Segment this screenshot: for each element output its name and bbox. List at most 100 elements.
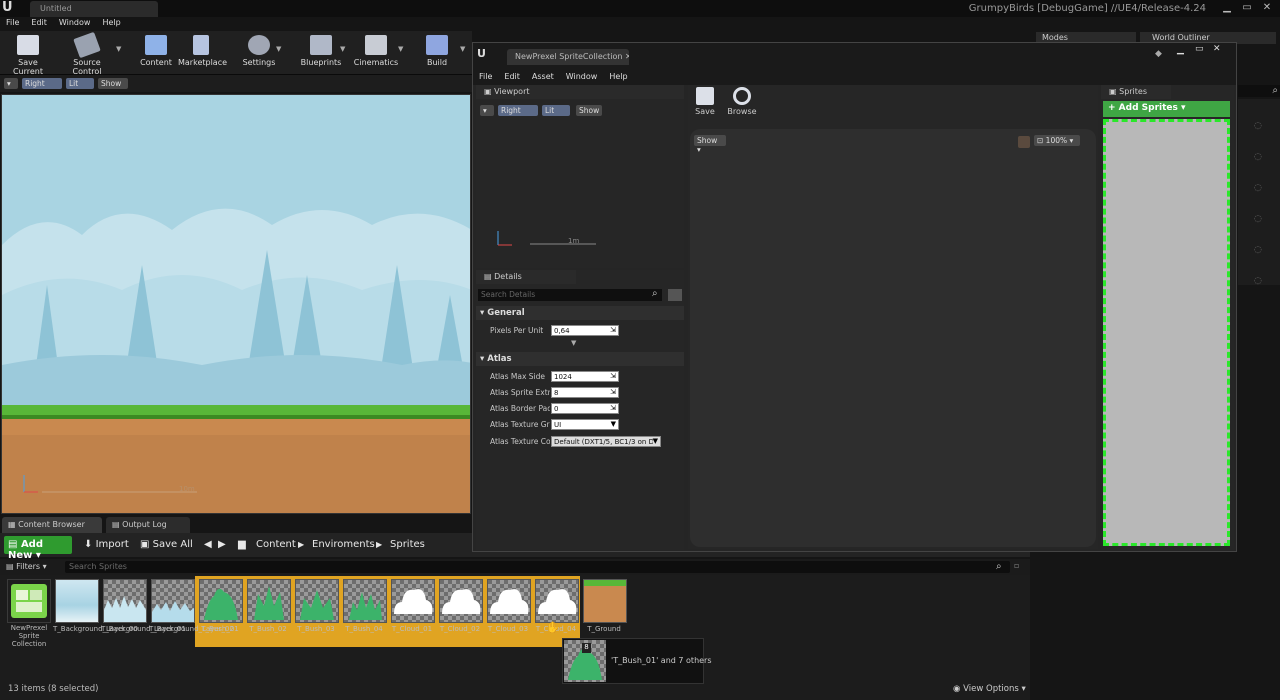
asset-thumbnail[interactable]	[391, 579, 435, 623]
add-sprites-button[interactable]: + Add Sprites ▾	[1103, 101, 1230, 117]
eye-icon: ◉	[953, 684, 964, 694]
sprites-drop-zone[interactable]	[1103, 119, 1230, 546]
save-all-button[interactable]: ▣ Save All	[140, 539, 193, 550]
chevron-down-icon[interactable]: ▼	[276, 45, 281, 53]
minimize-icon[interactable]: ▁	[1218, 2, 1236, 14]
forward-arrow-icon[interactable]: ▶	[218, 539, 226, 550]
property-matrix-icon[interactable]	[668, 289, 682, 301]
menu-help[interactable]: Help	[603, 71, 633, 82]
menu-edit[interactable]: Edit	[498, 71, 526, 82]
asset-thumbnail[interactable]	[439, 579, 483, 623]
level-viewport[interactable]: 10m	[1, 94, 471, 514]
breadcrumb-content[interactable]: Content	[256, 539, 296, 550]
prop-label: Atlas Texture Compression	[490, 437, 550, 446]
atlas-sprite-extrusion-input[interactable]: 8 ⇲	[551, 387, 619, 398]
save-asset-button[interactable]: Save	[694, 87, 716, 116]
advanced-expand-icon[interactable]: ▼	[571, 339, 576, 347]
atlas-texture-group-select[interactable]: UI ▼	[551, 419, 619, 430]
tab-sprites[interactable]: ▣ Sprites	[1101, 85, 1171, 99]
general-section-header[interactable]: ▾ General	[476, 306, 684, 320]
import-button[interactable]: ⬇ Import	[84, 539, 129, 550]
sprite-canvas[interactable]	[690, 129, 1096, 547]
tab-content-browser[interactable]: ▦ Content Browser	[2, 517, 102, 533]
menu-help[interactable]: Help	[96, 17, 126, 28]
output-log-icon: ▤	[112, 520, 123, 529]
maximize-icon[interactable]: ▭	[1238, 2, 1256, 14]
menu-edit[interactable]: Edit	[25, 17, 53, 28]
cloud-preview	[442, 589, 481, 614]
asset-thumbnail[interactable]	[7, 579, 51, 623]
atlas-texture-compression-select[interactable]: Default (DXT1/5, BC1/3 on D ▼	[551, 436, 661, 447]
blueprints-button[interactable]: Blueprints	[300, 33, 342, 73]
asset-thumbnail[interactable]	[199, 579, 243, 623]
save-icon	[17, 35, 39, 55]
lit-button[interactable]: Lit	[542, 105, 570, 116]
cinematics-button[interactable]: Cinematics	[353, 33, 399, 73]
atlas-border-padding-input[interactable]: 0 ⇲	[551, 403, 619, 414]
atlas-max-side-input[interactable]: 1024 ⇲	[551, 371, 619, 382]
visibility-icons[interactable]: ◌ ◌ ◌ ◌ ◌ ◌	[1238, 99, 1280, 297]
atlas-section-header[interactable]: ▾ Atlas	[476, 352, 684, 366]
chevron-down-icon[interactable]: ▼	[340, 45, 345, 53]
add-new-button[interactable]: ▤ Add New ▾	[4, 536, 72, 561]
breadcrumb-enviroments[interactable]: Enviroments	[312, 539, 375, 550]
browse-button[interactable]: Browse	[726, 87, 758, 116]
asset-thumbnail[interactable]	[55, 579, 99, 623]
show-button[interactable]: Show	[98, 78, 128, 89]
view-mode-right-button[interactable]: Right	[498, 105, 538, 116]
document-tab[interactable]: Untitled	[30, 1, 158, 17]
menu-file[interactable]: File	[0, 17, 25, 28]
asset-thumbnail[interactable]	[247, 579, 291, 623]
asset-thumbnail[interactable]	[151, 579, 195, 623]
asset-thumbnail[interactable]	[343, 579, 387, 623]
minimize-icon[interactable]: ▁	[1177, 45, 1184, 55]
prop-label: Atlas Max Side	[490, 372, 546, 381]
back-arrow-icon[interactable]: ◀	[204, 539, 212, 550]
breadcrumb-sprites[interactable]: Sprites	[390, 539, 425, 550]
tab-output-log[interactable]: ▤ Output Log	[106, 517, 190, 533]
tab-viewport[interactable]: ▣ Viewport	[476, 85, 684, 99]
settings-button[interactable]: Settings	[240, 33, 278, 73]
build-button[interactable]: Build	[420, 33, 454, 73]
filters-button[interactable]: ▤ Filters ▾	[6, 562, 47, 571]
marketplace-button[interactable]: Marketplace	[178, 33, 227, 73]
build-icon	[426, 35, 448, 55]
save-search-icon[interactable]: ▫	[1014, 561, 1019, 570]
search-icon[interactable]: ⌕	[652, 288, 658, 299]
tab-details[interactable]: ▤ Details	[476, 270, 576, 284]
viewport-options-button[interactable]: ▾	[4, 78, 18, 89]
menu-asset[interactable]: Asset	[526, 71, 560, 82]
tab-sprite-collection[interactable]: NewPrexel SpriteCollection ✕	[507, 49, 629, 65]
view-options-button[interactable]: ◉ View Options ▾	[953, 684, 1026, 694]
show-button[interactable]: Show	[576, 105, 602, 116]
lit-button[interactable]: Lit	[66, 78, 94, 89]
viewport-options-button[interactable]: ▾	[480, 105, 494, 116]
menu-window[interactable]: Window	[560, 71, 604, 82]
asset-thumbnail[interactable]	[295, 579, 339, 623]
chevron-down-icon[interactable]: ▼	[460, 45, 465, 53]
asset-thumbnail[interactable]	[535, 579, 579, 623]
view-mode-right-button[interactable]: Right	[22, 78, 62, 89]
canvas-show-button[interactable]: Show ▾	[694, 135, 726, 154]
search-icon[interactable]: ⌕	[996, 561, 1002, 572]
search-sprites-input[interactable]: Search Sprites	[65, 561, 1010, 573]
details-search-input[interactable]: Search Details	[478, 289, 662, 301]
source-control-button[interactable]: Source Control	[58, 31, 116, 76]
close-icon[interactable]: ✕	[1213, 44, 1221, 54]
chevron-down-icon[interactable]: ▼	[398, 45, 403, 53]
menu-file[interactable]: File	[473, 71, 498, 82]
asset-thumbnail[interactable]	[103, 579, 147, 623]
search-icon[interactable]: ⌕	[1238, 85, 1280, 97]
save-current-button[interactable]: Save Current	[4, 33, 52, 76]
close-icon[interactable]: ✕	[1258, 2, 1276, 14]
content-button[interactable]: Content	[138, 33, 174, 73]
zoom-button[interactable]: ⊡ 100% ▾	[1034, 135, 1080, 146]
menu-window[interactable]: Window	[53, 17, 97, 28]
maximize-icon[interactable]: ▭	[1195, 44, 1204, 54]
asset-thumbnail[interactable]	[487, 579, 531, 623]
axis-gizmo	[497, 231, 596, 246]
chevron-down-icon[interactable]: ▼	[116, 45, 121, 53]
pixels-per-unit-input[interactable]: 0,64 ⇲	[551, 325, 619, 336]
lock-icon[interactable]	[1018, 136, 1030, 148]
asset-thumbnail[interactable]	[583, 579, 627, 623]
